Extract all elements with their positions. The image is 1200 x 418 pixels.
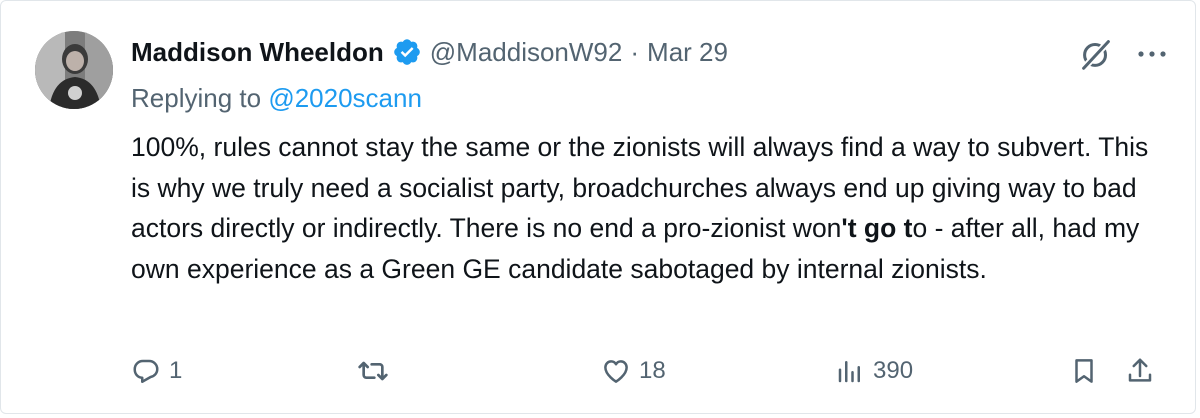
author-name[interactable]: Maddison Wheeldon <box>131 37 384 68</box>
more-icon[interactable] <box>1137 49 1167 59</box>
views-count: 390 <box>873 357 914 384</box>
replying-prefix: Replying to <box>131 83 269 113</box>
replying-mention-link[interactable]: @2020scann <box>268 83 422 113</box>
replying-to: Replying to @2020scann <box>131 83 422 114</box>
like-button[interactable]: 18 <box>601 349 666 393</box>
share-icon <box>1125 356 1155 386</box>
retweet-icon <box>357 355 389 387</box>
bookmark-icon <box>1069 356 1099 386</box>
verified-badge-icon[interactable] <box>392 37 422 67</box>
separator-dot: · <box>630 36 640 67</box>
tweet-top-actions <box>1077 35 1167 73</box>
tweet-header: Maddison Wheeldon @MaddisonW92 · Mar 29 <box>131 34 728 70</box>
tweet-text: 100%, rules cannot stay the same or the … <box>131 127 1171 289</box>
reply-button[interactable]: 1 <box>131 349 182 393</box>
views-button[interactable]: 390 <box>835 349 913 393</box>
tweet-date[interactable]: Mar 29 <box>647 37 728 68</box>
tweet-action-bar: 1 18 390 <box>1 349 1197 393</box>
reply-icon <box>131 356 161 386</box>
author-handle[interactable]: @MaddisonW92 <box>430 37 623 68</box>
grok-icon[interactable] <box>1077 35 1115 73</box>
bookmark-button[interactable] <box>1069 349 1099 393</box>
retweet-button[interactable] <box>357 349 397 393</box>
views-icon <box>835 356 865 386</box>
like-count: 18 <box>639 357 666 384</box>
share-button[interactable] <box>1125 349 1155 393</box>
tweet-text-bold: 't go t <box>841 213 913 243</box>
heart-icon <box>601 356 631 386</box>
tweet-card[interactable]: Maddison Wheeldon @MaddisonW92 · Mar 29 <box>0 0 1196 414</box>
avatar[interactable] <box>35 31 113 109</box>
reply-count: 1 <box>169 357 183 384</box>
